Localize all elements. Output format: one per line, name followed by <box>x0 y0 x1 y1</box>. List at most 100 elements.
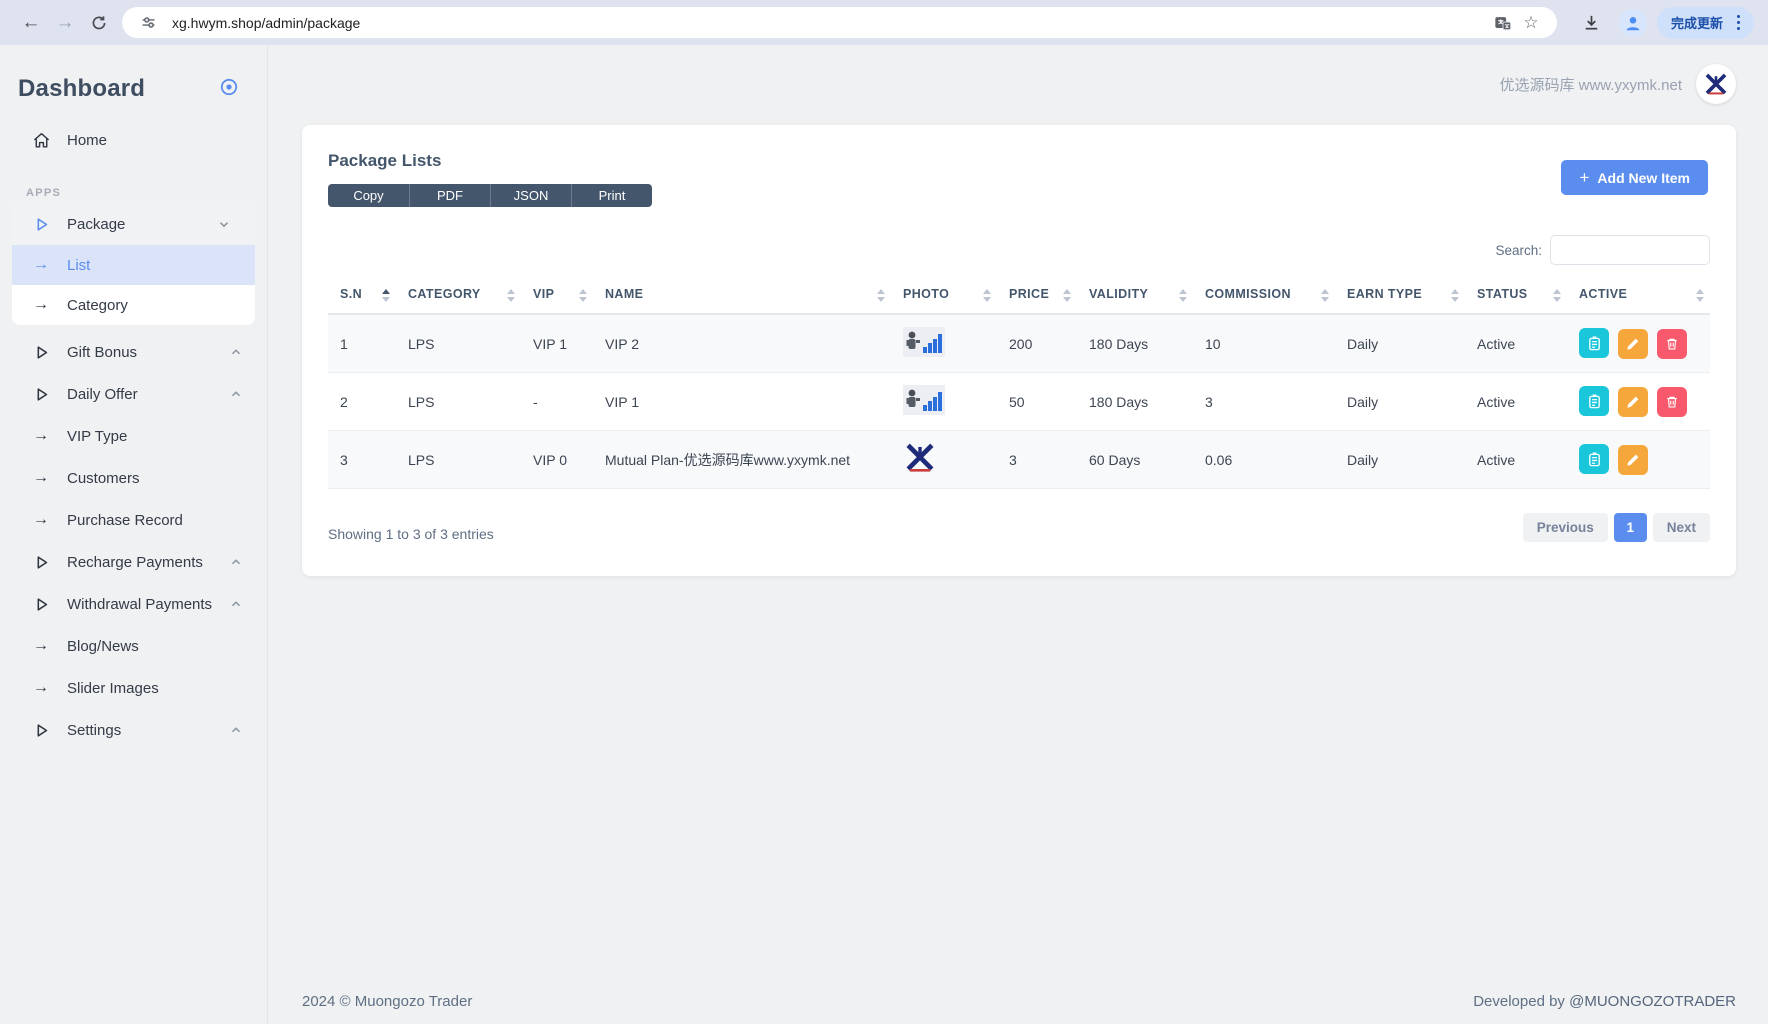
column-header-photo[interactable]: PHOTO <box>891 279 997 314</box>
back-icon[interactable]: ← <box>14 6 48 40</box>
cell-earn-type: Daily <box>1335 314 1465 373</box>
arrow-right-icon: → <box>30 511 52 529</box>
cell-vip: - <box>521 373 593 431</box>
cell-category: LPS <box>396 373 521 431</box>
entries-info: Showing 1 to 3 of 3 entries <box>328 526 494 542</box>
arrow-right-icon: → <box>30 296 52 314</box>
sidebar-item-category[interactable]: → Category <box>12 285 255 325</box>
chevron-up-icon <box>229 723 243 737</box>
add-new-item-button[interactable]: + Add New Item <box>1561 160 1708 195</box>
next-page-button[interactable]: Next <box>1653 513 1710 542</box>
page-footer: 2024 © Muongozo Trader Developed by @MUO… <box>268 993 1768 1010</box>
sidebar-item-purchase-record[interactable]: → Purchase Record <box>0 499 267 541</box>
column-header-name[interactable]: NAME <box>593 279 891 314</box>
sidebar-item-daily-offer[interactable]: Daily Offer <box>0 373 267 415</box>
print-button[interactable]: Print <box>571 184 652 207</box>
sidebar-item-withdrawal-payments[interactable]: Withdrawal Payments <box>0 583 267 625</box>
edit-button[interactable] <box>1618 387 1648 417</box>
cell-status: Active <box>1465 373 1567 431</box>
cell-category: LPS <box>396 314 521 373</box>
cell-validity: 180 Days <box>1077 373 1193 431</box>
reload-icon[interactable] <box>82 6 116 40</box>
arrow-right-icon: → <box>30 637 52 655</box>
page-1-button[interactable]: 1 <box>1614 513 1647 542</box>
arrow-right-icon: → <box>30 469 52 487</box>
sidebar-item-label: Gift Bonus <box>67 344 137 361</box>
cell-commission: 10 <box>1193 314 1335 373</box>
sidebar-item-settings[interactable]: Settings <box>0 709 267 751</box>
developer-handle[interactable]: @MUONGOZOTRADER <box>1569 993 1736 1010</box>
sidebar-item-vip-type[interactable]: → VIP Type <box>0 415 267 457</box>
cell-price: 200 <box>997 314 1077 373</box>
cell-photo <box>891 314 997 373</box>
download-icon[interactable] <box>1575 6 1609 40</box>
table-row: 3 LPS VIP 0 Mutual Plan-优选源码库www.yxymk.n… <box>328 431 1710 489</box>
column-header-commission[interactable]: COMMISSION <box>1193 279 1335 314</box>
site-settings-icon[interactable] <box>134 9 162 37</box>
previous-page-button[interactable]: Previous <box>1523 513 1608 542</box>
yx-logo-thumbnail <box>903 443 937 476</box>
sidebar-item-label: Settings <box>67 722 121 739</box>
cell-price: 50 <box>997 373 1077 431</box>
sidebar-item-gift-bonus[interactable]: Gift Bonus <box>0 331 267 373</box>
column-header-active[interactable]: ACTIVE <box>1567 279 1710 314</box>
cell-earn-type: Daily <box>1335 431 1465 489</box>
chevron-down-icon <box>217 217 231 231</box>
sidebar-pin-icon[interactable] <box>219 77 239 102</box>
sidebar-item-blog-news[interactable]: → Blog/News <box>0 625 267 667</box>
play-triangle-icon <box>30 344 52 361</box>
column-header-price[interactable]: PRICE <box>997 279 1077 314</box>
cell-status: Active <box>1465 314 1567 373</box>
arrow-right-icon: → <box>30 256 52 274</box>
copy-button[interactable]: Copy <box>328 184 409 207</box>
bookmark-star-icon[interactable]: ☆ <box>1517 9 1545 37</box>
user-avatar[interactable] <box>1696 64 1736 104</box>
pdf-button[interactable]: PDF <box>409 184 490 207</box>
sidebar-item-label: Home <box>67 132 107 149</box>
sidebar-item-recharge-payments[interactable]: Recharge Payments <box>0 541 267 583</box>
column-header-status[interactable]: STATUS <box>1465 279 1567 314</box>
plus-icon: + <box>1579 168 1589 188</box>
browser-menu-icon[interactable] <box>1731 11 1746 34</box>
address-bar[interactable]: xg.hwym.shop/admin/package ☆ <box>122 7 1557 38</box>
sidebar-item-slider-images[interactable]: → Slider Images <box>0 667 267 709</box>
cell-sn: 2 <box>328 373 396 431</box>
view-button[interactable] <box>1579 386 1609 416</box>
delete-button[interactable] <box>1657 329 1687 359</box>
arrow-right-icon: → <box>30 427 52 445</box>
sidebar-item-home[interactable]: Home <box>0 119 267 161</box>
sidebar-item-list[interactable]: → List <box>12 245 255 285</box>
cell-actions <box>1567 314 1710 373</box>
cell-name: Mutual Plan-优选源码库www.yxymk.net <box>593 431 891 489</box>
translate-icon[interactable] <box>1489 9 1517 37</box>
column-header-sn[interactable]: S.N <box>328 279 396 314</box>
search-input[interactable] <box>1550 235 1710 265</box>
chevron-up-icon <box>229 597 243 611</box>
url-text[interactable]: xg.hwym.shop/admin/package <box>172 15 1489 31</box>
sidebar-item-package[interactable]: Package <box>12 203 255 245</box>
edit-button[interactable] <box>1618 329 1648 359</box>
table-header-row: S.N CATEGORY VIP NAME PHOTO PRICE VALIDI… <box>328 279 1710 314</box>
browser-profile-icon[interactable] <box>1619 9 1647 37</box>
app-topbar: 优选源码库 www.yxymk.net <box>268 45 1768 123</box>
play-triangle-icon <box>30 216 52 233</box>
view-button[interactable] <box>1579 328 1609 358</box>
robot-chart-thumbnail <box>903 327 945 360</box>
chrome-update-label: 完成更新 <box>1671 13 1723 32</box>
column-header-earn-type[interactable]: EARN TYPE <box>1335 279 1465 314</box>
play-triangle-icon <box>30 386 52 403</box>
sidebar-item-label: Slider Images <box>67 680 159 697</box>
chevron-up-icon <box>229 555 243 569</box>
delete-button[interactable] <box>1657 387 1687 417</box>
view-button[interactable] <box>1579 444 1609 474</box>
cell-category: LPS <box>396 431 521 489</box>
forward-icon[interactable]: → <box>48 6 82 40</box>
column-header-validity[interactable]: VALIDITY <box>1077 279 1193 314</box>
json-button[interactable]: JSON <box>490 184 571 207</box>
cell-photo <box>891 431 997 489</box>
edit-button[interactable] <box>1618 445 1648 475</box>
chrome-update-button[interactable]: 完成更新 <box>1657 7 1754 39</box>
sidebar-item-customers[interactable]: → Customers <box>0 457 267 499</box>
column-header-category[interactable]: CATEGORY <box>396 279 521 314</box>
column-header-vip[interactable]: VIP <box>521 279 593 314</box>
